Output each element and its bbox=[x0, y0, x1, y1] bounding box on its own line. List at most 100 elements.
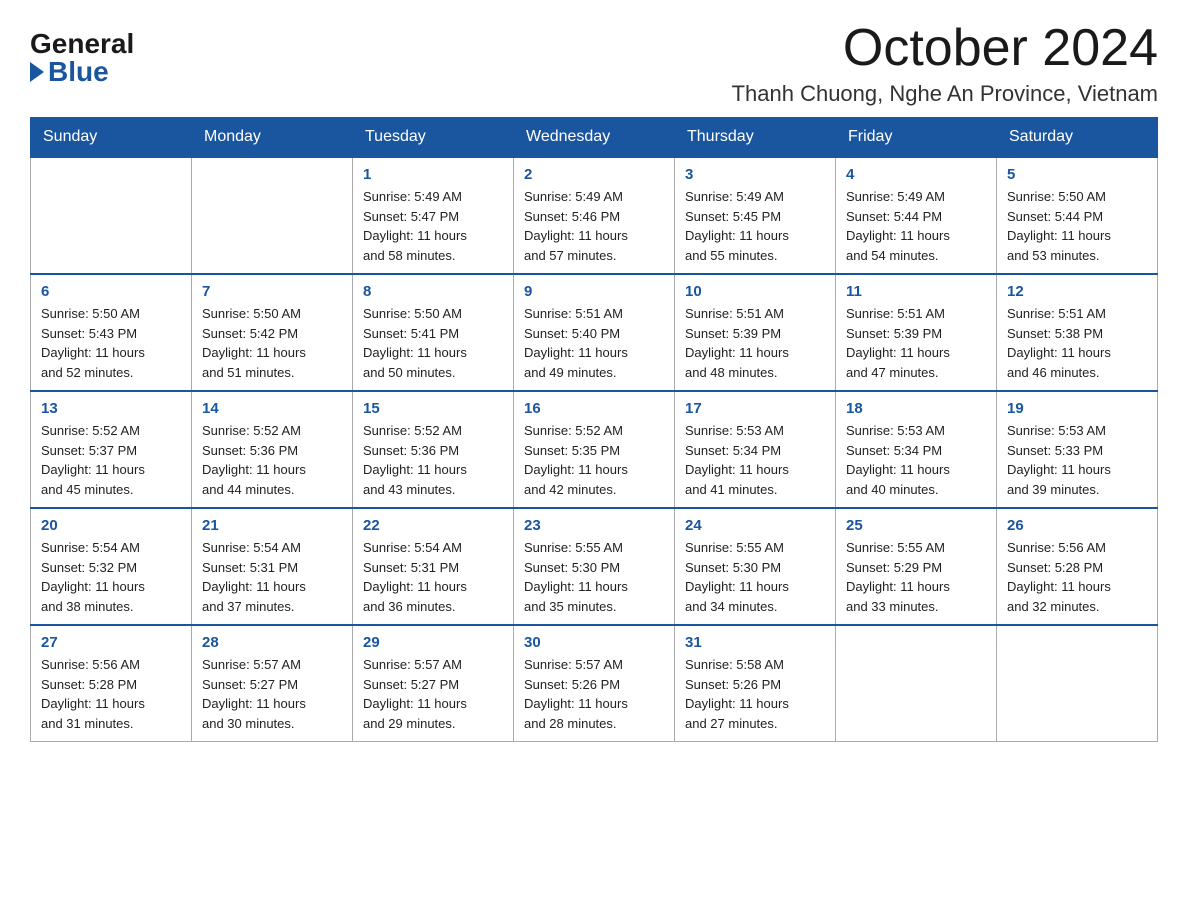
calendar-cell: 12Sunrise: 5:51 AM Sunset: 5:38 PM Dayli… bbox=[997, 274, 1158, 391]
calendar-cell: 17Sunrise: 5:53 AM Sunset: 5:34 PM Dayli… bbox=[675, 391, 836, 508]
day-info: Sunrise: 5:51 AM Sunset: 5:39 PM Dayligh… bbox=[846, 304, 986, 382]
day-info: Sunrise: 5:55 AM Sunset: 5:30 PM Dayligh… bbox=[524, 538, 664, 616]
page-header: General Blue October 2024 Thanh Chuong, … bbox=[30, 20, 1158, 107]
logo-general-text: General bbox=[30, 30, 134, 58]
calendar-cell: 21 Sunrise: 5:54 AM Sunset: 5:31 PM Dayli… bbox=[192, 508, 353, 625]
day-number: 19 bbox=[1007, 400, 1147, 417]
title-area: October 2024 Thanh Chuong, Nghe An Provi… bbox=[732, 20, 1158, 107]
calendar-cell bbox=[997, 625, 1158, 742]
day-info: Sunrise: 5:51 AM Sunset: 5:39 PM Dayligh… bbox=[685, 304, 825, 382]
calendar-cell: 10 Sunrise: 5:51 AM Sunset: 5:39 PM Dayli… bbox=[675, 274, 836, 391]
calendar-cell: 1 Sunrise: 5:49 AM Sunset: 5:47 PM Daylig… bbox=[353, 157, 514, 274]
calendar-header-row: SundayMondayTuesdayWednesdayThursdayFrid… bbox=[31, 118, 1158, 158]
weekday-header-saturday: Saturday bbox=[997, 118, 1158, 158]
day-info: Sunrise: 5:50 AM Sunset: 5:44 PM Dayligh… bbox=[1007, 187, 1147, 265]
day-number: 1 bbox=[363, 166, 503, 183]
day-number: 18 bbox=[846, 400, 986, 417]
day-number: 28 bbox=[202, 634, 342, 651]
calendar-cell: 19Sunrise: 5:53 AM Sunset: 5:33 PM Dayli… bbox=[997, 391, 1158, 508]
day-number: 14 bbox=[202, 400, 342, 417]
day-number: 8 bbox=[363, 283, 503, 300]
logo: General Blue bbox=[30, 30, 134, 86]
logo-blue-text: Blue bbox=[30, 58, 109, 86]
calendar-cell: 28 Sunrise: 5:57 AM Sunset: 5:27 PM Dayli… bbox=[192, 625, 353, 742]
day-number: 30 bbox=[524, 634, 664, 651]
weekday-header-tuesday: Tuesday bbox=[353, 118, 514, 158]
day-number: 2 bbox=[524, 166, 664, 183]
calendar-cell: 25 Sunrise: 5:55 AM Sunset: 5:29 PM Dayli… bbox=[836, 508, 997, 625]
day-info: Sunrise: 5:57 AM Sunset: 5:26 PM Dayligh… bbox=[524, 655, 664, 733]
day-number: 7 bbox=[202, 283, 342, 300]
calendar-cell bbox=[31, 157, 192, 274]
day-info: Sunrise: 5:50 AM Sunset: 5:43 PM Dayligh… bbox=[41, 304, 181, 382]
day-number: 3 bbox=[685, 166, 825, 183]
day-number: 27 bbox=[41, 634, 181, 651]
calendar-cell: 20Sunrise: 5:54 AM Sunset: 5:32 PM Dayli… bbox=[31, 508, 192, 625]
calendar-cell: 8 Sunrise: 5:50 AM Sunset: 5:41 PM Daylig… bbox=[353, 274, 514, 391]
day-info: Sunrise: 5:52 AM Sunset: 5:36 PM Dayligh… bbox=[363, 421, 503, 499]
weekday-header-thursday: Thursday bbox=[675, 118, 836, 158]
calendar-cell: 27 Sunrise: 5:56 AM Sunset: 5:28 PM Dayli… bbox=[31, 625, 192, 742]
day-info: Sunrise: 5:49 AM Sunset: 5:45 PM Dayligh… bbox=[685, 187, 825, 265]
week-row-1: 1 Sunrise: 5:49 AM Sunset: 5:47 PM Daylig… bbox=[31, 157, 1158, 274]
calendar-cell: 24 Sunrise: 5:55 AM Sunset: 5:30 PM Dayli… bbox=[675, 508, 836, 625]
day-number: 22 bbox=[363, 517, 503, 534]
day-info: Sunrise: 5:54 AM Sunset: 5:31 PM Dayligh… bbox=[202, 538, 342, 616]
calendar-cell: 26Sunrise: 5:56 AM Sunset: 5:28 PM Dayli… bbox=[997, 508, 1158, 625]
day-number: 4 bbox=[846, 166, 986, 183]
calendar-cell bbox=[192, 157, 353, 274]
day-info: Sunrise: 5:56 AM Sunset: 5:28 PM Dayligh… bbox=[1007, 538, 1147, 616]
day-number: 10 bbox=[685, 283, 825, 300]
calendar-cell: 23Sunrise: 5:55 AM Sunset: 5:30 PM Dayli… bbox=[514, 508, 675, 625]
day-info: Sunrise: 5:55 AM Sunset: 5:29 PM Dayligh… bbox=[846, 538, 986, 616]
day-info: Sunrise: 5:53 AM Sunset: 5:34 PM Dayligh… bbox=[685, 421, 825, 499]
location-title: Thanh Chuong, Nghe An Province, Vietnam bbox=[732, 81, 1158, 107]
day-info: Sunrise: 5:57 AM Sunset: 5:27 PM Dayligh… bbox=[202, 655, 342, 733]
calendar-cell: 22Sunrise: 5:54 AM Sunset: 5:31 PM Dayli… bbox=[353, 508, 514, 625]
day-number: 5 bbox=[1007, 166, 1147, 183]
week-row-3: 13 Sunrise: 5:52 AM Sunset: 5:37 PM Dayli… bbox=[31, 391, 1158, 508]
weekday-header-monday: Monday bbox=[192, 118, 353, 158]
day-info: Sunrise: 5:49 AM Sunset: 5:47 PM Dayligh… bbox=[363, 187, 503, 265]
calendar-cell: 29Sunrise: 5:57 AM Sunset: 5:27 PM Dayli… bbox=[353, 625, 514, 742]
day-info: Sunrise: 5:50 AM Sunset: 5:41 PM Dayligh… bbox=[363, 304, 503, 382]
logo-triangle-icon bbox=[30, 62, 44, 82]
day-number: 13 bbox=[41, 400, 181, 417]
calendar-cell: 9Sunrise: 5:51 AM Sunset: 5:40 PM Daylig… bbox=[514, 274, 675, 391]
day-info: Sunrise: 5:51 AM Sunset: 5:38 PM Dayligh… bbox=[1007, 304, 1147, 382]
week-row-2: 6Sunrise: 5:50 AM Sunset: 5:43 PM Daylig… bbox=[31, 274, 1158, 391]
day-number: 20 bbox=[41, 517, 181, 534]
week-row-5: 27 Sunrise: 5:56 AM Sunset: 5:28 PM Dayli… bbox=[31, 625, 1158, 742]
calendar-cell: 16 Sunrise: 5:52 AM Sunset: 5:35 PM Dayli… bbox=[514, 391, 675, 508]
calendar-cell: 13 Sunrise: 5:52 AM Sunset: 5:37 PM Dayli… bbox=[31, 391, 192, 508]
day-info: Sunrise: 5:53 AM Sunset: 5:34 PM Dayligh… bbox=[846, 421, 986, 499]
day-info: Sunrise: 5:52 AM Sunset: 5:35 PM Dayligh… bbox=[524, 421, 664, 499]
calendar-cell bbox=[836, 625, 997, 742]
calendar-cell: 11Sunrise: 5:51 AM Sunset: 5:39 PM Dayli… bbox=[836, 274, 997, 391]
day-info: Sunrise: 5:56 AM Sunset: 5:28 PM Dayligh… bbox=[41, 655, 181, 733]
day-info: Sunrise: 5:58 AM Sunset: 5:26 PM Dayligh… bbox=[685, 655, 825, 733]
day-number: 21 bbox=[202, 517, 342, 534]
day-info: Sunrise: 5:51 AM Sunset: 5:40 PM Dayligh… bbox=[524, 304, 664, 382]
calendar-cell: 6Sunrise: 5:50 AM Sunset: 5:43 PM Daylig… bbox=[31, 274, 192, 391]
day-number: 24 bbox=[685, 517, 825, 534]
calendar-cell: 15 Sunrise: 5:52 AM Sunset: 5:36 PM Dayli… bbox=[353, 391, 514, 508]
calendar-cell: 30 Sunrise: 5:57 AM Sunset: 5:26 PM Dayli… bbox=[514, 625, 675, 742]
calendar-table: SundayMondayTuesdayWednesdayThursdayFrid… bbox=[30, 117, 1158, 742]
day-info: Sunrise: 5:52 AM Sunset: 5:37 PM Dayligh… bbox=[41, 421, 181, 499]
calendar-cell: 31 Sunrise: 5:58 AM Sunset: 5:26 PM Dayli… bbox=[675, 625, 836, 742]
day-info: Sunrise: 5:49 AM Sunset: 5:46 PM Dayligh… bbox=[524, 187, 664, 265]
weekday-header-wednesday: Wednesday bbox=[514, 118, 675, 158]
day-number: 16 bbox=[524, 400, 664, 417]
calendar-cell: 4 Sunrise: 5:49 AM Sunset: 5:44 PM Daylig… bbox=[836, 157, 997, 274]
day-info: Sunrise: 5:49 AM Sunset: 5:44 PM Dayligh… bbox=[846, 187, 986, 265]
day-info: Sunrise: 5:57 AM Sunset: 5:27 PM Dayligh… bbox=[363, 655, 503, 733]
day-number: 15 bbox=[363, 400, 503, 417]
week-row-4: 20Sunrise: 5:54 AM Sunset: 5:32 PM Dayli… bbox=[31, 508, 1158, 625]
weekday-header-sunday: Sunday bbox=[31, 118, 192, 158]
calendar-cell: 5 Sunrise: 5:50 AM Sunset: 5:44 PM Daylig… bbox=[997, 157, 1158, 274]
day-info: Sunrise: 5:55 AM Sunset: 5:30 PM Dayligh… bbox=[685, 538, 825, 616]
day-number: 31 bbox=[685, 634, 825, 651]
month-title: October 2024 bbox=[732, 20, 1158, 77]
day-number: 25 bbox=[846, 517, 986, 534]
